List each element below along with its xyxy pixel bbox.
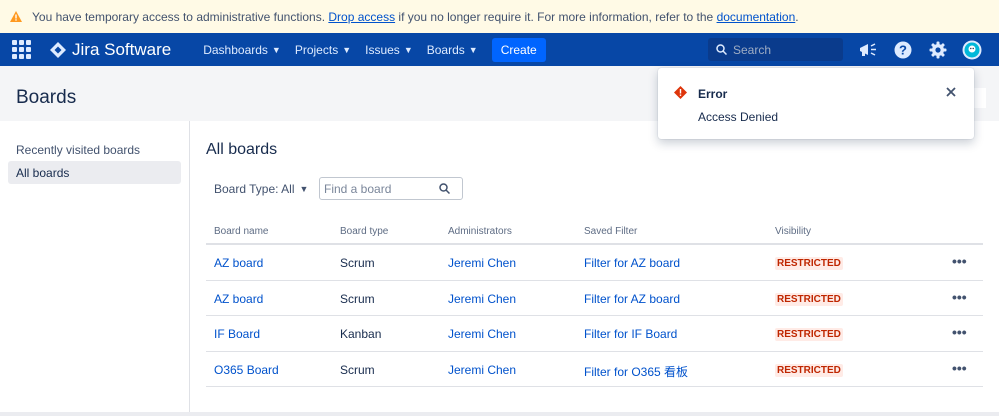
table-header: Board name Board type Administrators Sav… (206, 219, 983, 245)
admin-access-banner: You have temporary access to administrat… (0, 0, 999, 33)
top-navigation: Jira Software Dashboards ▼ Projects ▼ Issu… (0, 33, 999, 66)
section-title: All boards (206, 141, 278, 158)
nav-issues-label: Issues (365, 42, 400, 57)
visibility-badge: RESTRICTED (775, 328, 843, 341)
board-type: Kanban (340, 327, 382, 341)
administrator-link[interactable]: Jeremi Chen (448, 327, 516, 341)
error-message: Access Denied (698, 110, 779, 124)
board-name-link[interactable]: AZ board (214, 292, 263, 306)
chevron-down-icon: ▼ (342, 44, 352, 55)
close-icon[interactable] (944, 85, 958, 99)
saved-filter-link[interactable]: Filter for IF Board (584, 327, 677, 341)
app-switcher-icon[interactable] (12, 39, 32, 60)
saved-filter-link[interactable]: Filter for AZ board (584, 256, 680, 270)
board-name-link[interactable]: AZ board (214, 256, 263, 270)
board-type-filter-label: Board Type: All (214, 182, 295, 196)
main-menu: Dashboards ▼ Projects ▼ Issues ▼ Boards ▼ Cr… (203, 37, 546, 62)
chevron-down-icon: ▼ (299, 184, 309, 194)
find-board-input[interactable] (324, 181, 439, 196)
sidebar-item-all-boards[interactable]: All boards (8, 161, 181, 184)
saved-filter-link[interactable]: Filter for O365 看板 (584, 363, 688, 380)
search-box[interactable] (708, 38, 843, 61)
board-type: Scrum (340, 291, 375, 306)
search-icon (716, 44, 727, 55)
table-row: O365 Board Scrum Jeremi Chen Filter for … (206, 352, 983, 387)
documentation-link[interactable]: documentation (717, 10, 796, 24)
sidebar-item-recently-visited[interactable]: Recently visited boards (8, 138, 181, 161)
nav-dashboards-label: Dashboards (203, 42, 268, 57)
more-icon[interactable]: ••• (952, 253, 967, 269)
table-row: IF Board Kanban Jeremi Chen Filter for I… (206, 316, 983, 352)
administrator-link[interactable]: Jeremi Chen (448, 256, 516, 270)
error-icon (674, 86, 687, 99)
more-icon[interactable]: ••• (952, 360, 967, 376)
column-header-visibility: Visibility (775, 226, 811, 237)
search-icon (439, 183, 450, 194)
settings-icon[interactable] (928, 40, 948, 60)
board-type: Scrum (340, 362, 375, 377)
column-header-administrators[interactable]: Administrators (448, 226, 512, 237)
page-footer-strip (0, 412, 999, 416)
drop-access-link[interactable]: Drop access (328, 10, 395, 24)
svg-text:?: ? (899, 43, 907, 58)
board-name-link[interactable]: IF Board (214, 327, 260, 341)
find-board-field[interactable] (319, 177, 463, 200)
more-icon[interactable]: ••• (952, 289, 967, 305)
banner-text-start: You have temporary access to administrat… (32, 9, 329, 24)
warning-icon (10, 11, 22, 22)
visibility-badge: RESTRICTED (775, 363, 843, 377)
column-header-saved-filter[interactable]: Saved Filter (584, 226, 637, 237)
chevron-down-icon: ▼ (271, 44, 281, 55)
banner-text-end: . (795, 9, 799, 24)
board-name-link[interactable]: O365 Board (214, 363, 279, 377)
header-action-button[interactable] (972, 88, 986, 108)
create-button[interactable]: Create (491, 37, 546, 62)
administrator-link[interactable]: Jeremi Chen (448, 363, 516, 377)
brand-name: Jira Software (72, 39, 172, 59)
chevron-down-icon: ▼ (468, 44, 478, 55)
chevron-down-icon: ▼ (403, 44, 413, 55)
column-header-board-name[interactable]: Board name (214, 226, 268, 237)
more-icon[interactable]: ••• (952, 324, 967, 340)
column-header-board-type[interactable]: Board type (340, 226, 388, 237)
error-flag: Error Access Denied (658, 68, 974, 139)
nav-dashboards[interactable]: Dashboards ▼ (203, 43, 281, 57)
nav-projects[interactable]: Projects ▼ (295, 43, 351, 57)
avatar-icon[interactable] (962, 40, 982, 60)
visibility-badge: RESTRICTED (775, 257, 843, 270)
banner-text-middle: if you no longer require it. For more in… (395, 9, 717, 24)
nav-boards[interactable]: Boards ▼ (427, 43, 478, 57)
jira-logo-icon (50, 41, 66, 58)
boards-table: Board name Board type Administrators Sav… (206, 219, 983, 387)
page-title: Boards (16, 87, 77, 108)
table-row: AZ board Scrum Jeremi Chen Filter for AZ… (206, 245, 983, 281)
saved-filter-link[interactable]: Filter for AZ board (584, 292, 680, 306)
search-input[interactable] (733, 42, 833, 57)
error-title: Error (698, 87, 728, 101)
table-row: AZ board Scrum Jeremi Chen Filter for AZ… (206, 281, 983, 316)
board-type: Scrum (340, 256, 375, 270)
jira-home-link[interactable]: Jira Software (50, 40, 171, 60)
sidebar: Recently visited boards All boards (0, 121, 190, 412)
nav-projects-label: Projects (294, 42, 339, 57)
help-icon[interactable]: ? (893, 40, 913, 60)
administrator-link[interactable]: Jeremi Chen (448, 292, 516, 306)
megaphone-icon[interactable] (858, 40, 878, 60)
nav-issues[interactable]: Issues ▼ (365, 43, 413, 57)
nav-boards-label: Boards (426, 42, 465, 57)
board-type-filter[interactable]: Board Type: All ▼ (214, 182, 308, 196)
main-content: All boards Board Type: All ▼ Board name B… (190, 121, 999, 412)
visibility-badge: RESTRICTED (775, 292, 843, 306)
